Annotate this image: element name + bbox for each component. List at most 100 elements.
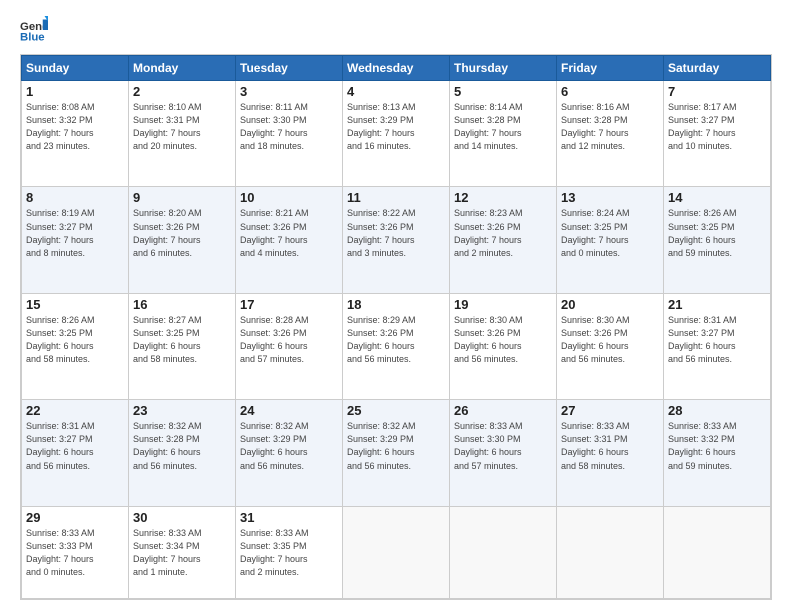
day-info: Sunrise: 8:16 AMSunset: 3:28 PMDaylight:… <box>561 101 659 153</box>
day-number: 6 <box>561 84 659 99</box>
day-info: Sunrise: 8:14 AMSunset: 3:28 PMDaylight:… <box>454 101 552 153</box>
day-cell: 10 Sunrise: 8:21 AMSunset: 3:26 PMDayligh… <box>236 187 343 293</box>
header-day-monday: Monday <box>129 56 236 81</box>
day-number: 17 <box>240 297 338 312</box>
day-info: Sunrise: 8:22 AMSunset: 3:26 PMDaylight:… <box>347 207 445 259</box>
header-day-tuesday: Tuesday <box>236 56 343 81</box>
day-info: Sunrise: 8:32 AMSunset: 3:29 PMDaylight:… <box>240 420 338 472</box>
day-number: 14 <box>668 190 766 205</box>
day-number: 23 <box>133 403 231 418</box>
calendar-page: General Blue SundayMondayTuesdayWednesda… <box>0 0 792 612</box>
day-cell: 18Sunrise: 8:29 AMSunset: 3:26 PMDayligh… <box>343 293 450 399</box>
day-number: 26 <box>454 403 552 418</box>
day-info: Sunrise: 8:32 AMSunset: 3:29 PMDaylight:… <box>347 420 445 472</box>
day-cell: 6 Sunrise: 8:16 AMSunset: 3:28 PMDaylight… <box>557 81 664 187</box>
day-number: 20 <box>561 297 659 312</box>
day-number: 13 <box>561 190 659 205</box>
day-number: 19 <box>454 297 552 312</box>
day-info: Sunrise: 8:30 AMSunset: 3:26 PMDaylight:… <box>454 314 552 366</box>
day-cell: 11Sunrise: 8:22 AMSunset: 3:26 PMDayligh… <box>343 187 450 293</box>
calendar: SundayMondayTuesdayWednesdayThursdayFrid… <box>20 54 772 600</box>
day-info: Sunrise: 8:26 AMSunset: 3:25 PMDaylight:… <box>26 314 124 366</box>
header-day-thursday: Thursday <box>450 56 557 81</box>
day-cell: 30Sunrise: 8:33 AMSunset: 3:34 PMDayligh… <box>129 506 236 598</box>
day-info: Sunrise: 8:23 AMSunset: 3:26 PMDaylight:… <box>454 207 552 259</box>
day-cell: 7 Sunrise: 8:17 AMSunset: 3:27 PMDaylight… <box>664 81 771 187</box>
day-info: Sunrise: 8:11 AMSunset: 3:30 PMDaylight:… <box>240 101 338 153</box>
day-cell <box>664 506 771 598</box>
day-info: Sunrise: 8:33 AMSunset: 3:33 PMDaylight:… <box>26 527 124 579</box>
day-info: Sunrise: 8:21 AMSunset: 3:26 PMDaylight:… <box>240 207 338 259</box>
day-info: Sunrise: 8:33 AMSunset: 3:30 PMDaylight:… <box>454 420 552 472</box>
day-cell: 8Sunrise: 8:19 AMSunset: 3:27 PMDaylight… <box>22 187 129 293</box>
day-cell: 23 Sunrise: 8:32 AMSunset: 3:28 PMDayligh… <box>129 400 236 506</box>
day-info: Sunrise: 8:33 AMSunset: 3:35 PMDaylight:… <box>240 527 338 579</box>
day-cell: 31 Sunrise: 8:33 AMSunset: 3:35 PMDayligh… <box>236 506 343 598</box>
header-day-wednesday: Wednesday <box>343 56 450 81</box>
svg-text:Blue: Blue <box>20 32 45 44</box>
day-info: Sunrise: 8:32 AMSunset: 3:28 PMDaylight:… <box>133 420 231 472</box>
day-info: Sunrise: 8:31 AMSunset: 3:27 PMDaylight:… <box>26 420 124 472</box>
day-cell <box>343 506 450 598</box>
day-cell: 26 Sunrise: 8:33 AMSunset: 3:30 PMDayligh… <box>450 400 557 506</box>
day-number: 10 <box>240 190 338 205</box>
day-number: 28 <box>668 403 766 418</box>
header-day-friday: Friday <box>557 56 664 81</box>
day-info: Sunrise: 8:31 AMSunset: 3:27 PMDaylight:… <box>668 314 766 366</box>
day-number: 15 <box>26 297 124 312</box>
day-info: Sunrise: 8:20 AMSunset: 3:26 PMDaylight:… <box>133 207 231 259</box>
week-row-5: 29 Sunrise: 8:33 AMSunset: 3:33 PMDayligh… <box>22 506 771 598</box>
calendar-header-row: SundayMondayTuesdayWednesdayThursdayFrid… <box>22 56 771 81</box>
day-info: Sunrise: 8:30 AMSunset: 3:26 PMDaylight:… <box>561 314 659 366</box>
day-cell: 19 Sunrise: 8:30 AMSunset: 3:26 PMDayligh… <box>450 293 557 399</box>
day-info: Sunrise: 8:08 AMSunset: 3:32 PMDaylight:… <box>26 101 124 153</box>
day-cell: 4 Sunrise: 8:13 AMSunset: 3:29 PMDaylight… <box>343 81 450 187</box>
header-day-saturday: Saturday <box>664 56 771 81</box>
day-cell <box>450 506 557 598</box>
day-number: 9 <box>133 190 231 205</box>
day-cell: 27Sunrise: 8:33 AMSunset: 3:31 PMDayligh… <box>557 400 664 506</box>
week-row-2: 8Sunrise: 8:19 AMSunset: 3:27 PMDaylight… <box>22 187 771 293</box>
day-cell: 20 Sunrise: 8:30 AMSunset: 3:26 PMDayligh… <box>557 293 664 399</box>
day-cell <box>557 506 664 598</box>
day-info: Sunrise: 8:17 AMSunset: 3:27 PMDaylight:… <box>668 101 766 153</box>
day-info: Sunrise: 8:33 AMSunset: 3:32 PMDaylight:… <box>668 420 766 472</box>
day-number: 8 <box>26 190 124 205</box>
day-cell: 14Sunrise: 8:26 AMSunset: 3:25 PMDayligh… <box>664 187 771 293</box>
logo-icon: General Blue <box>20 16 48 44</box>
day-info: Sunrise: 8:13 AMSunset: 3:29 PMDaylight:… <box>347 101 445 153</box>
day-number: 4 <box>347 84 445 99</box>
day-number: 12 <box>454 190 552 205</box>
day-number: 31 <box>240 510 338 525</box>
day-cell: 15 Sunrise: 8:26 AMSunset: 3:25 PMDayligh… <box>22 293 129 399</box>
day-cell: 25 Sunrise: 8:32 AMSunset: 3:29 PMDayligh… <box>343 400 450 506</box>
day-info: Sunrise: 8:24 AMSunset: 3:25 PMDaylight:… <box>561 207 659 259</box>
day-number: 22 <box>26 403 124 418</box>
week-row-4: 22 Sunrise: 8:31 AMSunset: 3:27 PMDayligh… <box>22 400 771 506</box>
day-number: 16 <box>133 297 231 312</box>
day-cell: 16 Sunrise: 8:27 AMSunset: 3:25 PMDayligh… <box>129 293 236 399</box>
day-cell: 21 Sunrise: 8:31 AMSunset: 3:27 PMDayligh… <box>664 293 771 399</box>
day-number: 7 <box>668 84 766 99</box>
day-cell: 1 Sunrise: 8:08 AMSunset: 3:32 PMDaylight… <box>22 81 129 187</box>
day-number: 27 <box>561 403 659 418</box>
logo: General Blue <box>20 16 52 44</box>
day-number: 2 <box>133 84 231 99</box>
day-number: 5 <box>454 84 552 99</box>
day-number: 25 <box>347 403 445 418</box>
day-number: 29 <box>26 510 124 525</box>
day-info: Sunrise: 8:28 AMSunset: 3:26 PMDaylight:… <box>240 314 338 366</box>
day-cell: 13 Sunrise: 8:24 AMSunset: 3:25 PMDayligh… <box>557 187 664 293</box>
header: General Blue <box>20 16 772 44</box>
day-number: 1 <box>26 84 124 99</box>
day-cell: 24Sunrise: 8:32 AMSunset: 3:29 PMDayligh… <box>236 400 343 506</box>
day-cell: 22 Sunrise: 8:31 AMSunset: 3:27 PMDayligh… <box>22 400 129 506</box>
day-info: Sunrise: 8:10 AMSunset: 3:31 PMDaylight:… <box>133 101 231 153</box>
day-number: 3 <box>240 84 338 99</box>
day-info: Sunrise: 8:27 AMSunset: 3:25 PMDaylight:… <box>133 314 231 366</box>
day-info: Sunrise: 8:29 AMSunset: 3:26 PMDaylight:… <box>347 314 445 366</box>
day-cell: 5 Sunrise: 8:14 AMSunset: 3:28 PMDaylight… <box>450 81 557 187</box>
day-cell: 29 Sunrise: 8:33 AMSunset: 3:33 PMDayligh… <box>22 506 129 598</box>
day-cell: 3 Sunrise: 8:11 AMSunset: 3:30 PMDaylight… <box>236 81 343 187</box>
day-number: 21 <box>668 297 766 312</box>
